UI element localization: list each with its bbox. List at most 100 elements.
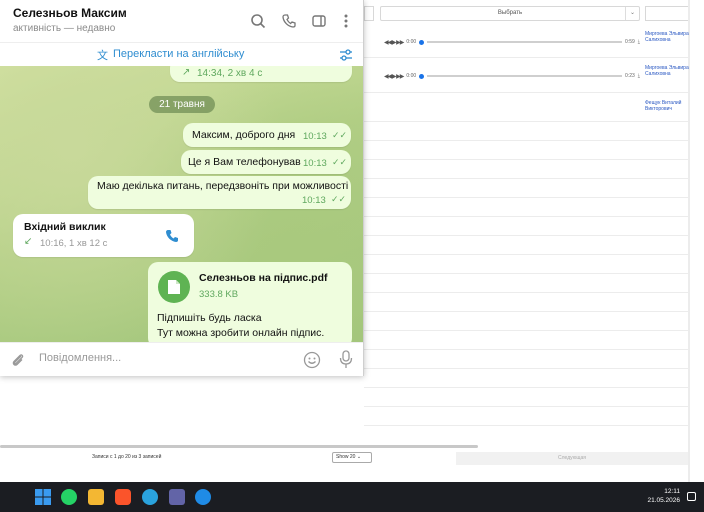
file-caption-line-2: Тут можна зробити онлайн підпис. [157,327,325,339]
phone-icon[interactable] [281,13,297,29]
download-icon[interactable]: ⤓ [638,73,640,79]
message-bubble[interactable]: Максим, доброго дня 10:13 ✓✓ [183,123,351,147]
message-composer[interactable]: Повідомлення... [0,342,363,376]
row-divider [364,159,688,160]
whatsapp-icon[interactable] [61,489,77,505]
message-time: 10:13 [302,195,326,206]
microphone-icon[interactable] [339,350,353,369]
row-divider [364,292,688,293]
read-checks-icon: ✓✓ [331,194,347,204]
translate-label[interactable]: Перекласти на англійську [113,48,244,60]
row-divider [364,349,688,350]
audio-start: 0:00 [406,73,417,79]
more-vertical-icon[interactable] [338,13,354,29]
read-checks-icon: ✓✓ [332,130,348,140]
rewind-play-forward-icon[interactable]: ◀◀ ▶ ▶▶ [384,73,404,80]
document-icon[interactable] [158,271,190,303]
page-size-select[interactable]: Show 20 ⌄ [332,452,372,463]
incoming-arrow-icon: ↙ [24,236,33,247]
message-bubble[interactable]: Це я Вам телефонував 10:13 ✓✓ [181,150,351,174]
clock-time: 12:11 [664,488,680,495]
rewind-play-forward-icon[interactable]: ◀◀ ▶ ▶▶ [384,39,404,46]
filter-box-left[interactable] [364,6,374,21]
call-title: Вхідний виклик [24,221,106,233]
chat-header[interactable]: Селезньов Максим активність — недавно [0,0,363,42]
choose-select[interactable]: Выбрать ⌄ [380,6,640,21]
telegram-window: Селезньов Максим активність — недавно 文 … [0,0,364,376]
audio-end: 0:59 [625,39,635,45]
row-divider [364,121,688,122]
call-back-phone-icon[interactable] [164,228,180,244]
sidebar-toggle-icon[interactable] [311,13,327,29]
download-icon[interactable]: ⤓ [638,39,640,45]
translate-bar[interactable]: 文 Перекласти на англійську [0,42,363,66]
audio-start: 0:00 [406,39,417,45]
name-cell-1[interactable]: Миргоева Эльвира Салиховна [645,31,689,43]
telegram-icon[interactable] [142,489,158,505]
file-size: 333.8 KB [199,289,239,300]
windows-start-icon[interactable] [35,489,51,505]
audio-progress-bar[interactable] [427,41,623,43]
message-text: Максим, доброго дня [192,129,296,141]
audio-progress-handle[interactable] [419,73,425,79]
message-input[interactable]: Повідомлення... [39,352,121,364]
audio-progress-bar[interactable] [427,75,623,77]
incoming-call-bubble[interactable]: Вхідний виклик ↙ 10:16, 1 хв 12 с [13,214,194,257]
row-divider [364,57,688,58]
row-divider [364,387,688,388]
audio-progress-handle[interactable] [419,39,425,45]
taskbar: 12:11 21.05.2026 [0,482,704,512]
row-divider [364,235,688,236]
emoji-icon[interactable] [303,351,321,369]
row-divider [364,368,688,369]
outgoing-arrow-icon: ↗ [182,67,191,78]
translate-icon: 文 [97,50,108,62]
edge-browser-icon[interactable] [195,489,211,505]
audio-end: 0:23 [625,73,635,79]
teams-icon[interactable] [169,489,185,505]
file-caption-line-1: Підпишіть будь ласка [157,312,262,324]
call-bubble-partial[interactable]: ↗ 14:34, 2 хв 4 с [170,66,352,82]
pagination-info: Записи с 1 до 20 из 3 записей [92,454,162,460]
date-separator: 21 травня [149,96,215,113]
row-divider [364,140,688,141]
row-divider [364,254,688,255]
row-divider [364,273,688,274]
next-page-button[interactable]: Следующая [456,452,688,465]
file-message-bubble[interactable]: Селезньов на підпис.pdf 333.8 KB Підпиші… [148,262,352,342]
filter-box-right[interactable] [645,6,689,21]
row-divider [364,216,688,217]
file-explorer-icon[interactable] [88,489,104,505]
row-divider [364,311,688,312]
chat-area[interactable]: ↗ 14:34, 2 хв 4 с 21 травня Максим, добр… [0,66,363,342]
row-divider [364,197,688,198]
row-divider [364,330,688,331]
notification-icon[interactable] [687,492,696,501]
message-time: 10:13 [303,158,327,169]
file-name[interactable]: Селезньов на підпис.pdf [199,272,328,284]
horizontal-scrollbar[interactable] [0,445,478,448]
name-cell-2[interactable]: Миргоева Эльвира Салиховна [645,65,689,77]
search-icon[interactable] [250,13,266,29]
attach-paperclip-icon[interactable] [10,352,26,368]
choose-select-label: Выбрать [497,10,523,16]
contact-name[interactable]: Селезньов Максим [13,6,127,20]
call-meta: 10:16, 1 хв 12 с [40,238,108,249]
audio-player-1[interactable]: ◀◀ ▶ ▶▶ 0:00 0:59 ⤓ [384,37,640,47]
filter-settings-icon[interactable] [339,48,353,62]
row-divider [364,178,688,179]
message-bubble[interactable]: Маю декілька питань, передзвоніть при мо… [88,176,351,209]
system-clock[interactable]: 12:11 21.05.2026 [647,487,680,505]
audio-player-2[interactable]: ◀◀ ▶ ▶▶ 0:00 0:23 ⤓ [384,71,640,81]
name-cell-3[interactable]: Фещук Виталий Викторович [645,100,689,112]
chevron-down-icon: ⌄ [625,7,639,20]
row-divider [364,425,688,426]
read-checks-icon: ✓✓ [332,157,348,167]
row-divider [364,92,688,93]
table-footer: Записи с 1 до 20 из 3 записей Show 20 ⌄ … [0,444,688,468]
brave-browser-icon[interactable] [115,489,131,505]
clock-date: 21.05.2026 [647,497,680,504]
message-text: Маю декілька питань, передзвоніть при мо… [97,180,349,192]
row-divider [364,406,688,407]
contact-status: активність — недавно [13,23,116,34]
